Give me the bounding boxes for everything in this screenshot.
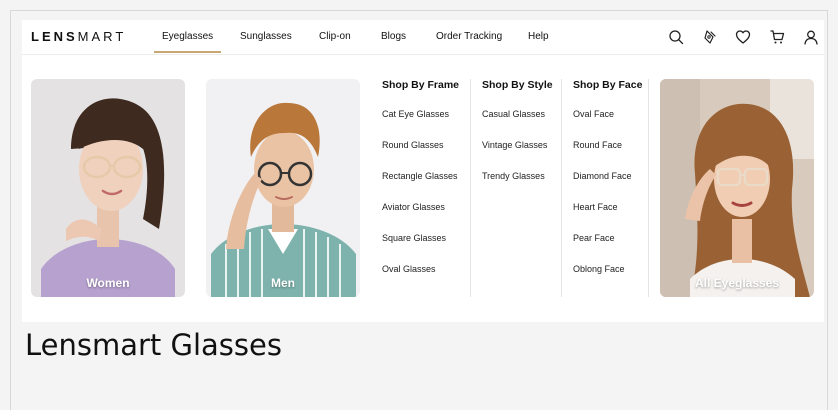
women-photo xyxy=(31,79,185,297)
heart-icon[interactable] xyxy=(735,29,751,45)
brand-logo-bold: LENS xyxy=(31,29,78,44)
menu-item-cat-eye[interactable]: Cat Eye Glasses xyxy=(382,109,459,140)
menu-column-face: Shop By Face Oval Face Round Face Diamon… xyxy=(573,79,642,295)
menu-item-pear-face[interactable]: Pear Face xyxy=(573,233,642,264)
nav-blogs[interactable]: Blogs xyxy=(381,31,406,42)
mega-menu-card: LENSMART Eyeglasses Sunglasses Clip-on B… xyxy=(22,20,824,322)
nav-help[interactable]: Help xyxy=(528,31,549,42)
promo-tile-women[interactable]: Women xyxy=(31,79,185,297)
menu-item-heart-face[interactable]: Heart Face xyxy=(573,202,642,233)
nav-clip-on[interactable]: Clip-on xyxy=(319,31,351,42)
all-eyeglasses-photo xyxy=(660,79,814,297)
menu-item-casual[interactable]: Casual Glasses xyxy=(482,109,553,140)
search-icon[interactable] xyxy=(668,29,684,45)
nav-eyeglasses[interactable]: Eyeglasses xyxy=(153,31,222,53)
menu-item-round[interactable]: Round Glasses xyxy=(382,140,459,171)
cart-icon[interactable] xyxy=(769,29,785,45)
menu-item-oval-face[interactable]: Oval Face xyxy=(573,109,642,140)
menu-item-oblong-face[interactable]: Oblong Face xyxy=(573,264,642,295)
menu-title-style: Shop By Style xyxy=(482,79,553,91)
menu-divider xyxy=(561,79,562,297)
menu-item-oval-glasses[interactable]: Oval Glasses xyxy=(382,264,459,295)
user-icon[interactable] xyxy=(803,29,819,45)
menu-item-diamond-face[interactable]: Diamond Face xyxy=(573,171,642,202)
menu-title-face: Shop By Face xyxy=(573,79,643,91)
promo-tile-all-eyeglasses[interactable]: All Eyeglasses xyxy=(660,79,814,297)
try-on-icon[interactable] xyxy=(702,29,718,45)
promo-label-all-eyeglasses: All Eyeglasses xyxy=(694,276,780,290)
menu-item-vintage[interactable]: Vintage Glasses xyxy=(482,140,553,171)
menu-divider xyxy=(648,79,649,297)
brand-logo-light: MART xyxy=(77,29,127,44)
site-header: LENSMART Eyeglasses Sunglasses Clip-on B… xyxy=(22,20,824,55)
nav-sunglasses[interactable]: Sunglasses xyxy=(240,31,292,42)
menu-item-rectangle[interactable]: Rectangle Glasses xyxy=(382,171,459,202)
men-photo xyxy=(206,79,360,297)
menu-column-frame: Shop By Frame Cat Eye Glasses Round Glas… xyxy=(382,79,459,295)
menu-column-style: Shop By Style Casual Glasses Vintage Gla… xyxy=(482,79,553,202)
menu-title-frame: Shop By Frame xyxy=(382,79,460,91)
nav-order-tracking[interactable]: Order Tracking xyxy=(436,31,502,42)
menu-item-aviator[interactable]: Aviator Glasses xyxy=(382,202,459,233)
brand-logo[interactable]: LENSMART xyxy=(31,29,126,44)
menu-item-square[interactable]: Square Glasses xyxy=(382,233,459,264)
menu-divider xyxy=(470,79,471,297)
menu-item-trendy[interactable]: Trendy Glasses xyxy=(482,171,553,202)
promo-label-men: Men xyxy=(271,276,295,290)
promo-tile-men[interactable]: Men xyxy=(206,79,360,297)
promo-label-women: Women xyxy=(86,276,130,290)
page-title: Lensmart Glasses xyxy=(25,328,282,362)
menu-item-round-face[interactable]: Round Face xyxy=(573,140,642,171)
